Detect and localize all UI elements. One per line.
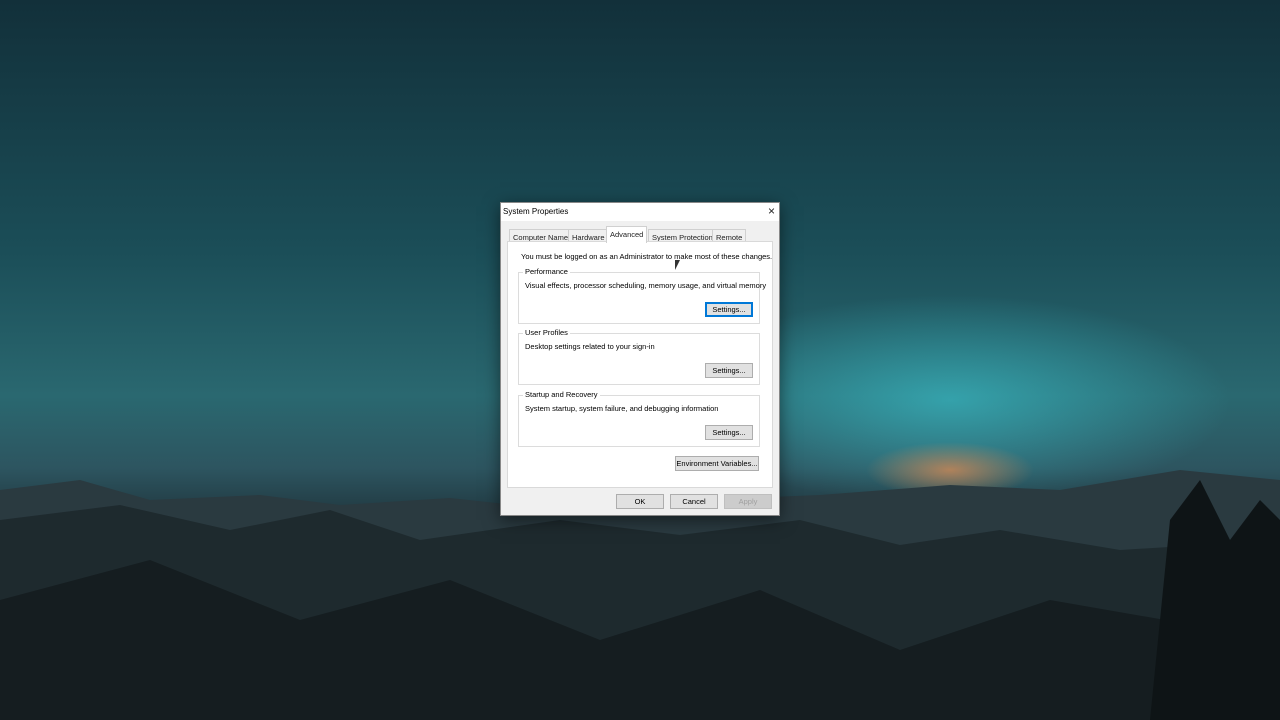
dialog-title: System Properties (503, 207, 569, 216)
environment-variables-button[interactable]: Environment Variables... (675, 456, 759, 471)
cancel-button[interactable]: Cancel (670, 494, 718, 509)
advanced-tab-panel: You must be logged on as an Administrato… (507, 241, 773, 488)
group-description: System startup, system failure, and debu… (525, 404, 719, 413)
group-label: Performance (523, 267, 570, 276)
close-icon[interactable]: × (768, 204, 775, 218)
apply-button[interactable]: Apply (724, 494, 772, 509)
group-label: User Profiles (523, 328, 570, 337)
group-description: Desktop settings related to your sign-in (525, 342, 655, 351)
startup-recovery-settings-button[interactable]: Settings... (705, 425, 753, 440)
user-profiles-group: User Profiles Desktop settings related t… (518, 328, 760, 385)
mouse-cursor-icon (675, 260, 680, 270)
ok-button[interactable]: OK (616, 494, 664, 509)
startup-recovery-group: Startup and Recovery System startup, sys… (518, 390, 760, 447)
group-description: Visual effects, processor scheduling, me… (525, 281, 767, 290)
user-profiles-settings-button[interactable]: Settings... (705, 363, 753, 378)
title-bar: System Properties × (501, 203, 779, 221)
performance-settings-button[interactable]: Settings... (705, 302, 753, 317)
admin-note: You must be logged on as an Administrato… (521, 252, 773, 261)
performance-group: Performance Visual effects, processor sc… (518, 267, 766, 324)
tab-advanced[interactable]: Advanced (606, 226, 648, 243)
system-properties-dialog: System Properties × Computer Name Hardwa… (500, 202, 780, 516)
group-label: Startup and Recovery (523, 390, 600, 399)
